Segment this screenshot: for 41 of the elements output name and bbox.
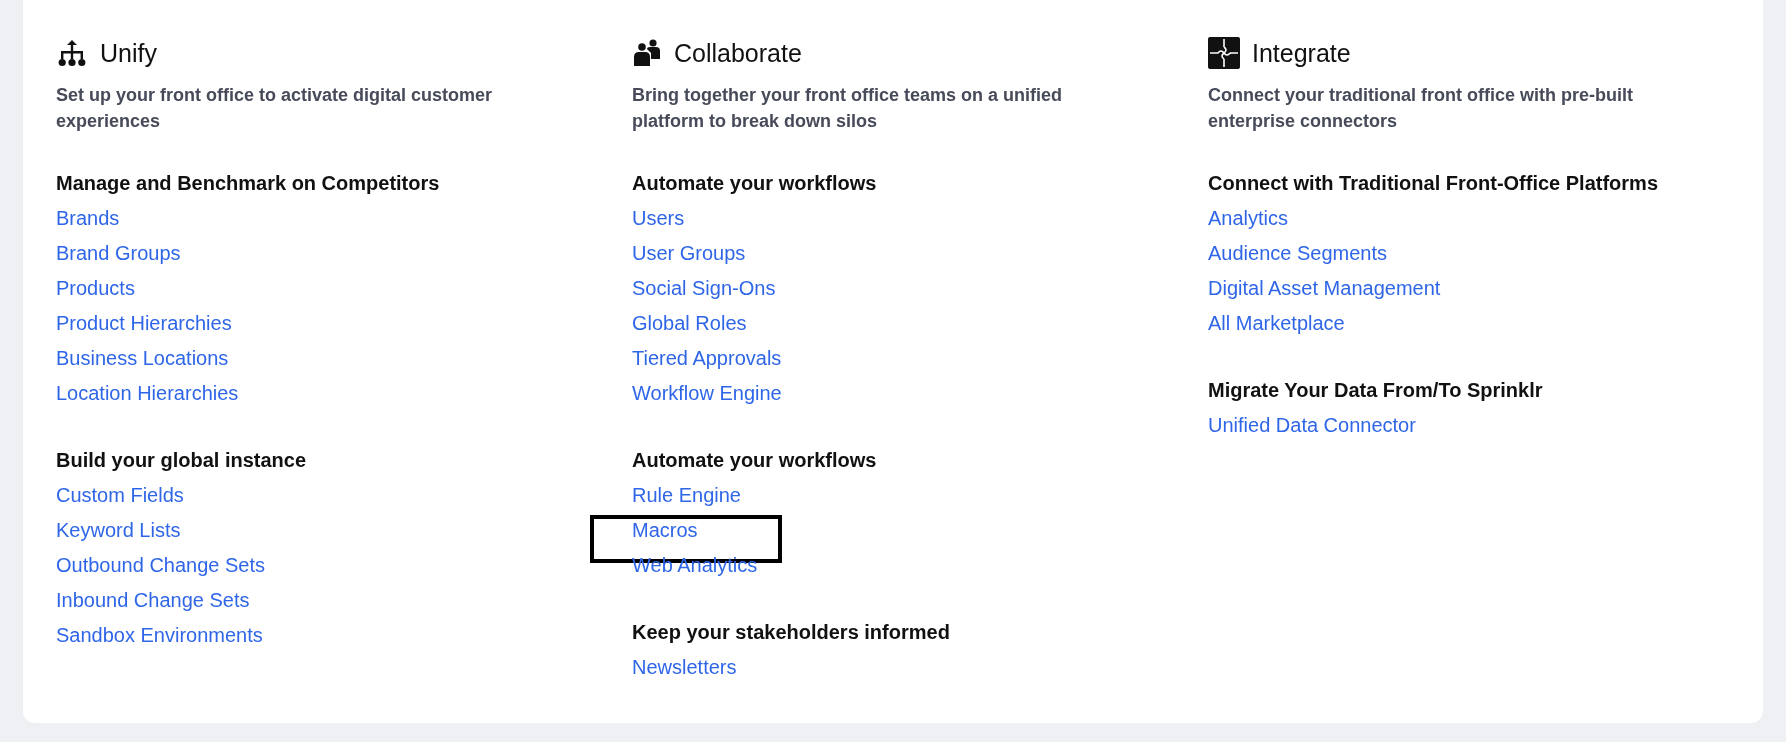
nav-link[interactable]: Brands [56,207,120,229]
nav-link[interactable]: Custom Fields [56,484,184,506]
section-heading: Manage and Benchmark on Competitors [56,171,441,196]
section-heading: Migrate Your Data From/To Sprinklr [1208,378,1544,403]
column-title: Collaborate [674,38,802,68]
nav-link[interactable]: Social Sign-Ons [632,277,776,299]
nav-link[interactable]: Audience Segments [1208,242,1387,264]
people-icon [632,39,662,67]
column-description: Set up your front office to activate digital customer experiences [56,84,494,133]
hierarchy-icon [56,39,88,67]
column-title: Unify [100,38,157,68]
nav-link[interactable]: Newsletters [632,656,737,678]
puzzle-icon [1208,37,1240,69]
nav-link[interactable]: Sandbox Environments [56,624,263,646]
section-heading: Automate your workflows [632,171,878,196]
nav-link[interactable]: Inbound Change Sets [56,589,250,611]
column-title: Integrate [1252,38,1351,68]
nav-link[interactable]: Users [632,207,685,229]
column-description: Connect your traditional front office with pre-built enterprise connectors [1208,84,1634,133]
section-heading: Automate your workflows [632,448,878,473]
section-heading: Connect with Traditional Front-Office Platforms [1208,171,1660,196]
nav-link[interactable]: Tiered Approvals [632,347,782,369]
nav-link[interactable]: User Groups [632,242,746,264]
nav-link[interactable]: Products [56,277,135,299]
nav-link[interactable]: Keyword Lists [56,519,181,541]
nav-link[interactable]: Outbound Change Sets [56,554,266,576]
nav-link[interactable]: Rule Engine [632,484,741,506]
nav-link[interactable]: All Marketplace [1208,312,1345,334]
column-description: Bring together your front office teams on a unified platform to break down silos [632,84,1064,133]
nav-link[interactable]: Brand Groups [56,242,181,264]
nav-link[interactable]: Macros [632,519,698,541]
nav-link[interactable]: Business Locations [56,347,229,369]
nav-link[interactable]: Digital Asset Management [1208,277,1441,299]
nav-link[interactable]: Workflow Engine [632,382,782,404]
nav-link[interactable]: Product Hierarchies [56,312,232,334]
nav-link[interactable]: Unified Data Connector [1208,414,1416,436]
nav-link[interactable]: Analytics [1208,207,1289,229]
section-heading: Keep your stakeholders informed [632,620,951,645]
section-heading: Build your global instance [56,448,308,473]
nav-link[interactable]: Location Hierarchies [56,382,239,404]
nav-link[interactable]: Global Roles [632,312,747,334]
